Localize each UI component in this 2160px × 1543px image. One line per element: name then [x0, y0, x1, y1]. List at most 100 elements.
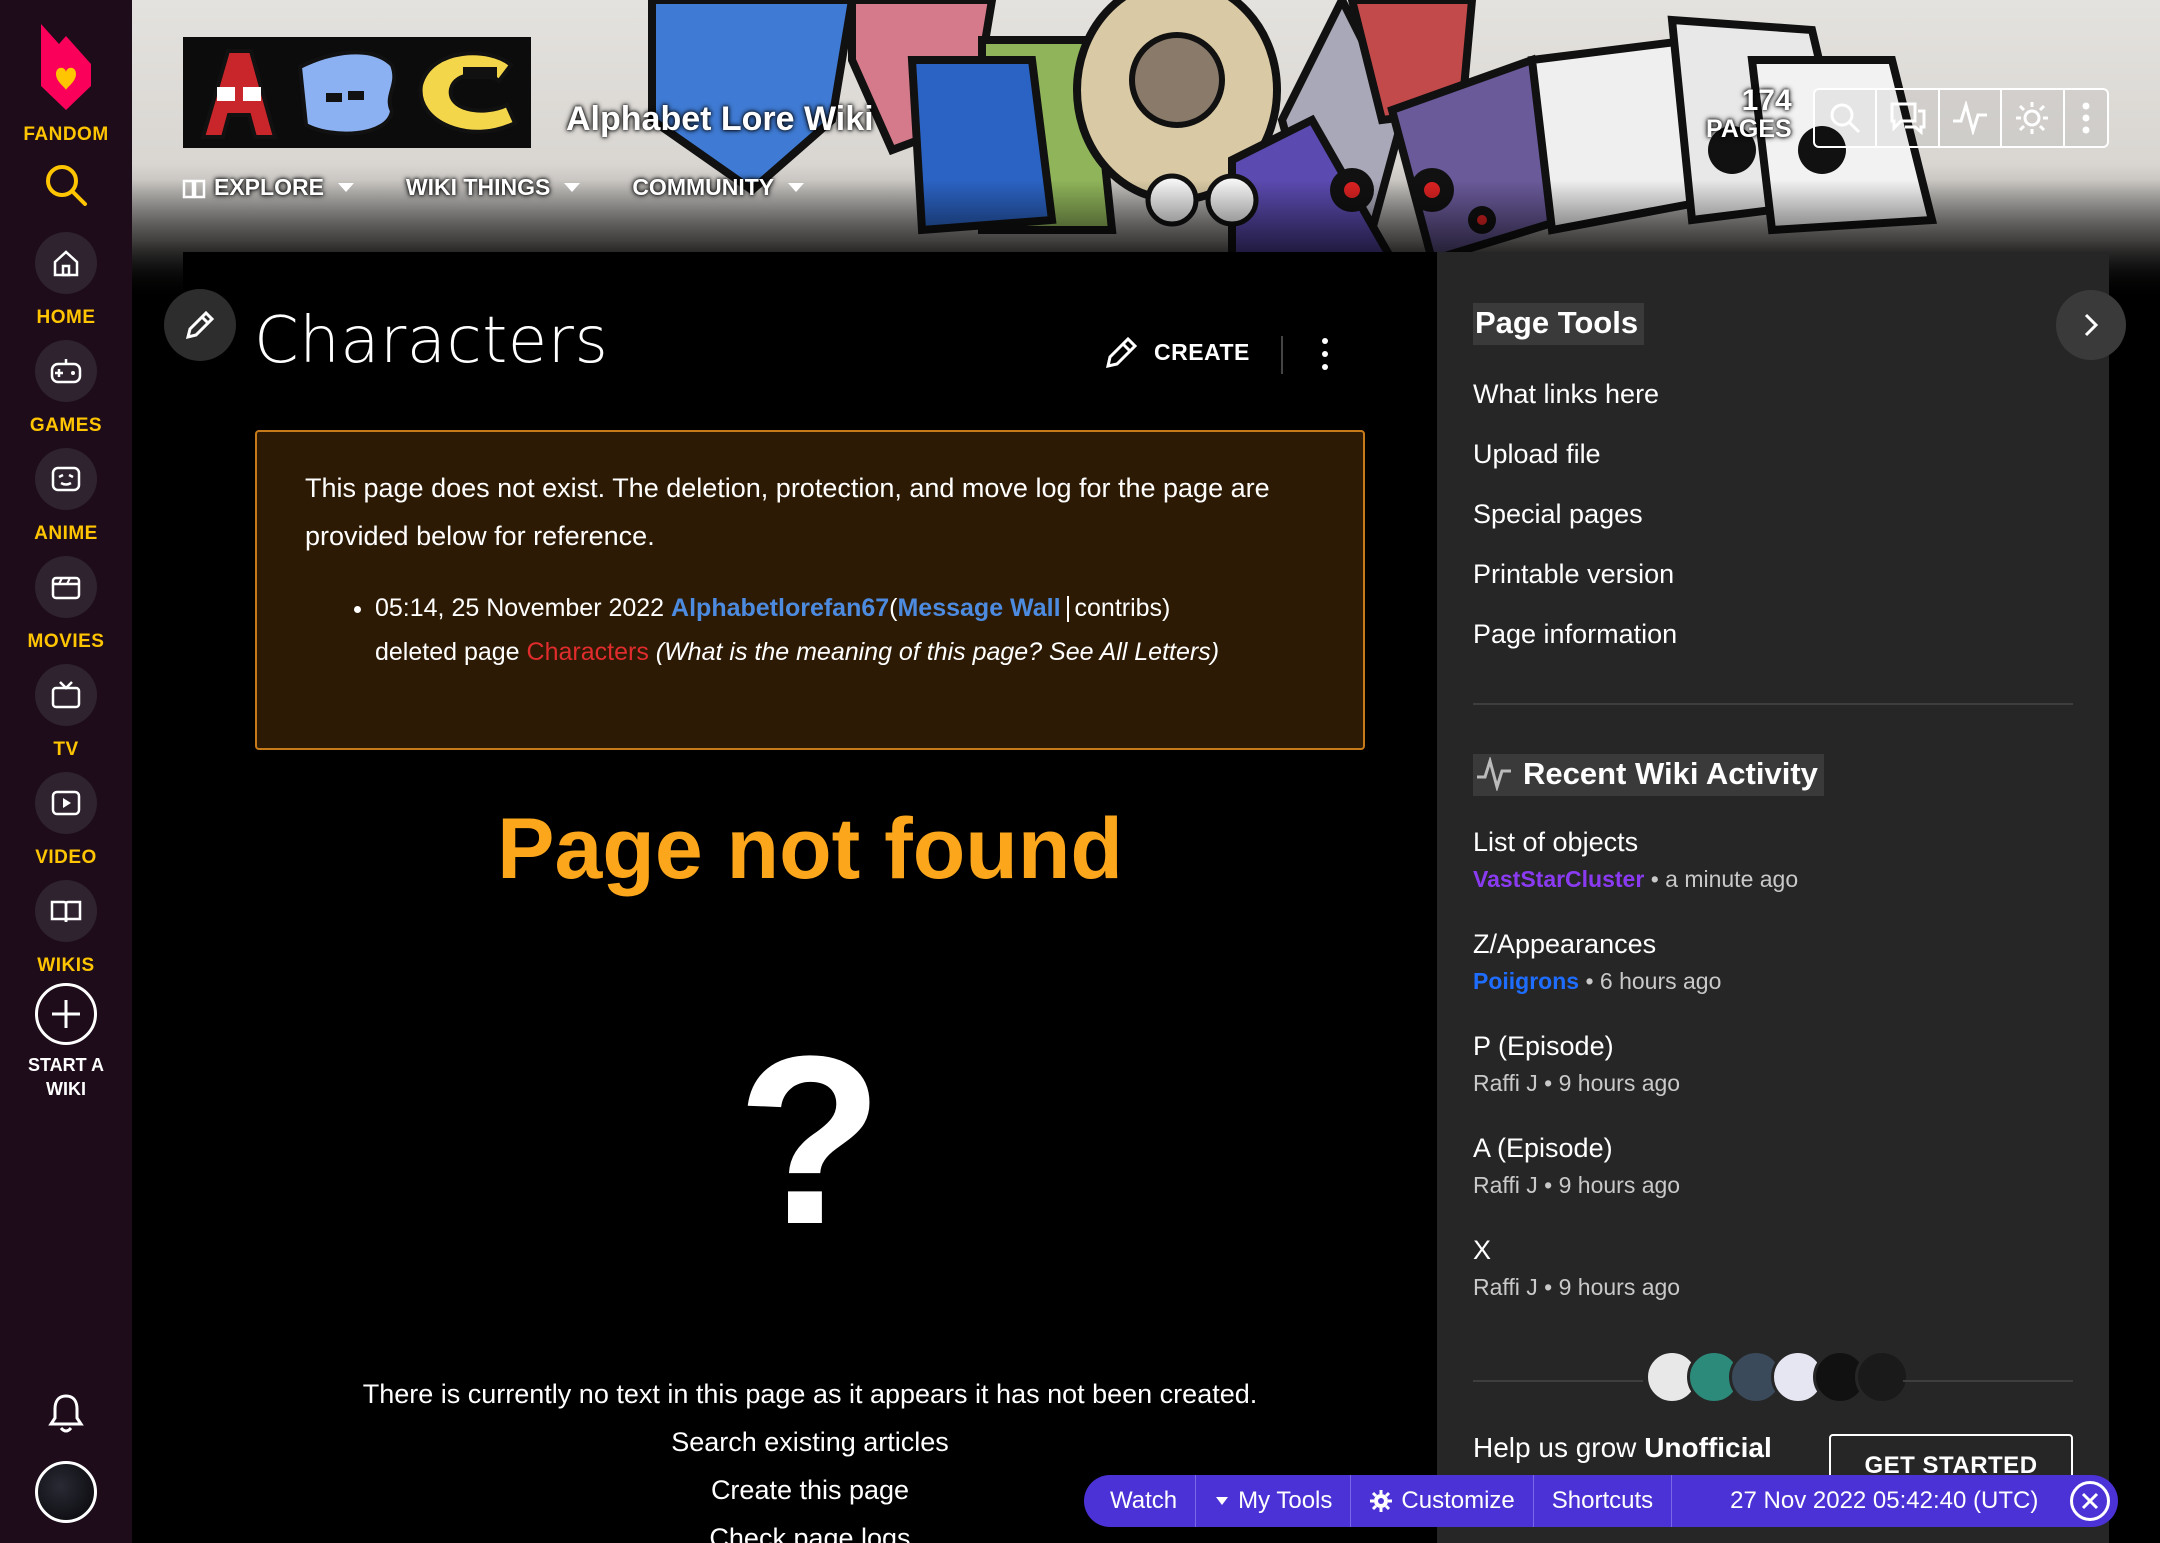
log-contribs-link[interactable]: contribs) [1075, 594, 1171, 622]
close-toolbar-button[interactable] [2070, 1481, 2110, 1521]
nav-movies-label: MOVIES [27, 631, 105, 652]
wiki-navigation: EXPLORE WIKI THINGS COMMUNITY [182, 174, 805, 201]
log-user-link[interactable]: Alphabetlorefan67 [671, 594, 889, 622]
activity-user[interactable]: VastStarCluster [1473, 866, 1644, 892]
play-icon [51, 790, 81, 816]
log-message-wall-link[interactable]: Message Wall [897, 594, 1060, 622]
activity-time: • 6 hours ago [1585, 968, 1722, 994]
plus-icon [52, 1000, 80, 1028]
tool-what-links-here[interactable]: What links here [1473, 374, 1677, 434]
chevron-down-icon [337, 183, 354, 192]
chevron-down-icon [788, 183, 805, 192]
notifications-bell-icon[interactable] [46, 1392, 86, 1436]
search-button[interactable] [1815, 90, 1878, 146]
create-button[interactable]: CREATE [1104, 334, 1250, 370]
theme-toggle-button[interactable] [2002, 90, 2065, 146]
nav-movies[interactable]: MOVIES [0, 556, 132, 653]
nav-video[interactable]: VIDEO [0, 772, 132, 869]
no-text-message: There is currently no text in this page … [362, 1379, 1258, 1409]
watch-button[interactable]: Watch [1110, 1475, 1197, 1527]
nav-games[interactable]: GAMES [0, 340, 132, 437]
fandom-logo-icon [41, 24, 91, 110]
activity-time: • 9 hours ago [1544, 1274, 1681, 1300]
page-actions-menu-icon[interactable] [1314, 334, 1336, 374]
nav-wiki-things[interactable]: WIKI THINGS [406, 174, 581, 201]
book-icon [50, 900, 82, 923]
avatar[interactable] [1855, 1350, 1909, 1404]
recent-activity-button[interactable] [1940, 90, 2003, 146]
nav-wikis-label: WIKIS [37, 955, 95, 976]
activity-time: • 9 hours ago [1544, 1172, 1681, 1198]
nav-tv[interactable]: TV [0, 664, 132, 761]
clapperboard-icon [51, 576, 81, 600]
wiki-logo[interactable] [183, 37, 531, 148]
pages-count-label: PAGES [1706, 115, 1792, 143]
wiki-title[interactable]: Alphabet Lore Wiki [566, 100, 874, 139]
nav-video-label: VIDEO [35, 847, 97, 868]
nav-anime[interactable]: ANIME [0, 448, 132, 545]
activity-user[interactable]: Raffi J [1473, 1274, 1538, 1300]
activity-icon [1953, 101, 1988, 135]
recent-activity-heading: Recent Wiki Activity [1473, 754, 1824, 796]
pencil-icon [185, 310, 215, 340]
bottom-toolbar: Watch My Tools Customize Shortcuts 27 No… [1084, 1475, 2118, 1527]
gamepad-icon [50, 359, 82, 384]
anime-icon [51, 466, 81, 492]
start-a-wiki-label: START A WIKI [28, 1055, 104, 1099]
edit-button[interactable] [164, 289, 236, 361]
rail-collapse-button[interactable] [2056, 290, 2126, 360]
activity-user[interactable]: Raffi J [1473, 1172, 1538, 1198]
fandom-logo[interactable]: FANDOM [0, 14, 132, 146]
nav-wikis[interactable]: WIKIS [0, 880, 132, 977]
wiki-logo-letter-b-icon [297, 49, 397, 136]
activity-time: • 9 hours ago [1544, 1070, 1681, 1096]
customize-button[interactable]: Customize [1351, 1475, 1534, 1527]
tool-special-pages[interactable]: Special pages [1473, 494, 1677, 554]
deletion-log-entry: 05:14, 25 November 2022 Alphabetlorefan6… [375, 586, 1315, 674]
title-divider [1281, 336, 1283, 374]
activity-item: List of objects VastStarCluster • a minu… [1473, 822, 2073, 924]
activity-time: • a minute ago [1650, 866, 1799, 892]
grow-promo-text: Help us grow Unofficial [1473, 1432, 1772, 1463]
nav-home[interactable]: HOME [0, 232, 132, 329]
more-options-button[interactable] [2065, 90, 2107, 146]
nav-home-label: HOME [36, 307, 96, 328]
activity-title[interactable]: A (Episode) [1473, 1128, 2073, 1168]
recent-activity-list: List of objects VastStarCluster • a minu… [1473, 822, 2073, 1332]
search-icon[interactable] [44, 163, 88, 207]
start-a-wiki-button[interactable]: START A WIKI [0, 983, 132, 1101]
nav-explore-label: EXPLORE [214, 174, 324, 200]
log-separator [1066, 596, 1069, 623]
activity-title[interactable]: P (Episode) [1473, 1026, 2073, 1066]
gear-icon [1370, 1490, 1393, 1512]
sun-icon [2016, 102, 2049, 134]
notice-intro: This page does not exist. The deletion, … [305, 473, 1270, 551]
discussions-icon [1890, 102, 1926, 135]
close-icon [2081, 1492, 2099, 1510]
chevron-right-icon [2084, 313, 2099, 337]
activity-title[interactable]: Z/Appearances [1473, 924, 2073, 964]
tool-printable-version[interactable]: Printable version [1473, 554, 1677, 614]
log-time: 05:14, 25 November 2022 [375, 594, 665, 622]
my-tools-button[interactable]: My Tools [1196, 1475, 1352, 1527]
activity-title[interactable]: X [1473, 1230, 2073, 1270]
discussions-button[interactable] [1877, 90, 1940, 146]
activity-title[interactable]: List of objects [1473, 822, 2073, 862]
activity-user[interactable]: Raffi J [1473, 1070, 1538, 1096]
activity-user[interactable]: Poiigrons [1473, 968, 1579, 994]
page-tools-heading: Page Tools [1473, 303, 1645, 345]
log-page-link[interactable]: Characters [527, 638, 649, 666]
create-button-label: CREATE [1154, 338, 1250, 365]
tv-icon [51, 681, 81, 709]
wiki-logo-letter-a-icon [200, 48, 278, 139]
shortcuts-button[interactable]: Shortcuts [1534, 1475, 1673, 1527]
tool-upload-file[interactable]: Upload file [1473, 434, 1677, 494]
tool-page-information[interactable]: Page information [1473, 614, 1677, 674]
rail-divider [1903, 1380, 2073, 1382]
user-avatar[interactable] [35, 1461, 97, 1523]
nav-explore[interactable]: EXPLORE [182, 174, 354, 201]
nav-community[interactable]: COMMUNITY [632, 174, 805, 201]
activity-item: P (Episode) Raffi J • 9 hours ago [1473, 1026, 2073, 1128]
nav-anime-label: ANIME [34, 523, 98, 544]
search-existing-articles-link[interactable]: Search existing articles [255, 1418, 1365, 1466]
